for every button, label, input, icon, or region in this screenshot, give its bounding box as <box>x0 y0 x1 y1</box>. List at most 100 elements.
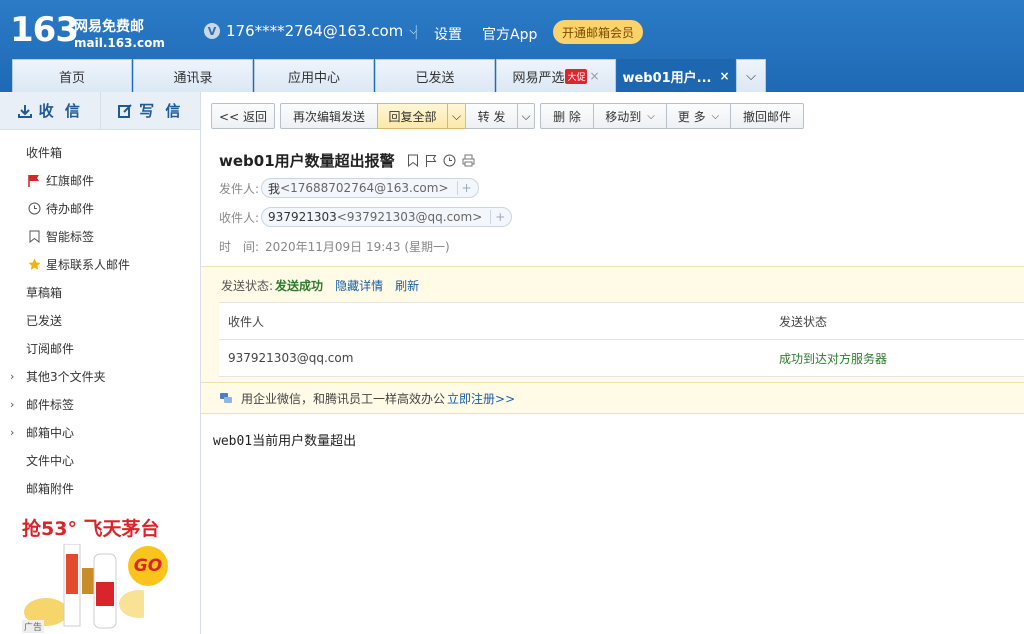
folder-file-center[interactable]: 文件中心 <box>0 446 200 474</box>
manage-group: 删 除 移动到 ⌵ 更 多 ⌵ 撤回邮件 <box>540 103 804 129</box>
hide-details-link[interactable]: 隐藏详情 <box>335 277 383 294</box>
promo-badge: 大促 <box>565 68 588 84</box>
tab-overflow-button[interactable]: ⌵ <box>736 59 766 92</box>
logo-number[interactable]: 163 <box>10 10 79 50</box>
folder-flagged[interactable]: 红旗邮件 <box>0 166 200 194</box>
table-header: 收件人 发送状态 <box>219 303 1024 340</box>
forward-dropdown[interactable]: ⌵ <box>517 103 535 129</box>
delivery-status-panel: 发送状态: 发送成功 隐藏详情 刷新 收件人 发送状态 937921303@qq… <box>201 266 1024 382</box>
folder-label: 其他3个文件夹 <box>26 369 106 384</box>
folder-other[interactable]: › 其他3个文件夹 <box>0 362 200 390</box>
folder-starred-contacts[interactable]: 星标联系人邮件 <box>0 250 200 278</box>
chevron-down-icon: ⌵ <box>746 68 756 84</box>
account-menu[interactable]: V 176****2764@163.com ⌵ <box>204 22 418 40</box>
folder-label: 草稿箱 <box>26 285 63 300</box>
sender-address: <17688702764@163.com> <box>280 181 449 195</box>
recipient-chip[interactable]: 937921303 <937921303@qq.com> + <box>261 207 513 227</box>
top-header: 163 网易免费邮 mail.163.com V 176****2764@163… <box>0 0 1024 92</box>
recipient-label: 收件人: <box>219 210 260 225</box>
tab-bar: 首页 通讯录 应用中心 已发送 网易严选 大促 × web01用户... × ⌵ <box>12 59 767 92</box>
folder-sent[interactable]: 已发送 <box>0 306 200 334</box>
folder-label: 收件箱 <box>26 145 63 160</box>
sender-row: 发件人: 我 <17688702764@163.com> + <box>219 178 479 198</box>
sidebar: 收 信 写 信 收件箱 红旗邮件 待办邮件 智能标签 星标联系人邮件 草稿箱 已… <box>0 92 201 634</box>
mail-toolbar: << 返回 再次编辑发送 回复全部 ⌵ 转 发 ⌵ 删 除 移动到 ⌵ 更 多 ⌵ … <box>211 103 809 129</box>
add-contact-icon[interactable]: + <box>456 181 472 195</box>
close-icon[interactable]: × <box>589 69 599 83</box>
compose-row: 收 信 写 信 <box>0 92 200 130</box>
delete-button[interactable]: 删 除 <box>540 103 593 129</box>
folder-label: 邮箱中心 <box>26 425 75 440</box>
tab-sent[interactable]: 已发送 <box>375 59 495 92</box>
more-button[interactable]: 更 多 ⌵ <box>666 103 730 129</box>
move-to-button[interactable]: 移动到 ⌵ <box>593 103 666 129</box>
official-app-link[interactable]: 官方App <box>482 24 537 44</box>
column-header-status: 发送状态 <box>779 314 828 329</box>
tab-contacts[interactable]: 通讯录 <box>133 59 253 92</box>
tab-label: 已发送 <box>415 70 455 86</box>
reply-all-dropdown[interactable]: ⌵ <box>447 103 465 129</box>
logo-domain[interactable]: mail.163.com <box>74 36 165 50</box>
tab-label: web01用户... <box>622 70 712 86</box>
folder-attachments[interactable]: 邮箱附件 <box>0 474 200 502</box>
reply-all-button[interactable]: 回复全部 <box>377 103 447 129</box>
folder-label: 邮件标签 <box>26 397 75 412</box>
logo-title[interactable]: 网易免费邮 <box>74 16 144 36</box>
clock-icon[interactable] <box>443 154 456 167</box>
chevron-right-icon[interactable]: › <box>10 398 14 411</box>
chevron-down-icon: ⌵ <box>647 110 655 122</box>
tab-label: 应用中心 <box>287 70 340 86</box>
register-link[interactable]: 立即注册>> <box>447 390 515 407</box>
bookmark-icon[interactable] <box>407 154 419 167</box>
folder-todo[interactable]: 待办邮件 <box>0 194 200 222</box>
open-vip-button[interactable]: 开通邮箱会员 <box>553 20 643 44</box>
folder-mailbox-center[interactable]: › 邮箱中心 <box>0 418 200 446</box>
compose-label: 写 信 <box>139 102 184 120</box>
compose-button[interactable]: 写 信 <box>101 92 201 129</box>
folder-smart-tags[interactable]: 智能标签 <box>0 222 200 250</box>
recipient-row: 收件人: 937921303 <937921303@qq.com> + <box>219 207 513 227</box>
tab-home[interactable]: 首页 <box>12 59 132 92</box>
folder-label: 星标联系人邮件 <box>46 257 131 272</box>
status-line: 发送状态: 发送成功 隐藏详情 刷新 <box>221 277 419 294</box>
print-icon[interactable] <box>462 154 475 167</box>
reply-group: 再次编辑发送 回复全部 ⌵ 转 发 ⌵ <box>280 103 535 129</box>
forward-button[interactable]: 转 发 <box>465 103 517 129</box>
flag-icon <box>26 172 42 188</box>
bookmark-icon <box>26 228 42 244</box>
time-row: 时 间: 2020年11月09日 19:43 (星期一) <box>219 238 450 255</box>
chevron-right-icon[interactable]: › <box>10 426 14 439</box>
tab-label: 网易严选 <box>512 70 565 86</box>
mail-subject-row: web01用户数量超出报警 <box>219 150 475 171</box>
receive-button[interactable]: 收 信 <box>0 92 101 129</box>
folder-inbox[interactable]: 收件箱 <box>0 138 200 166</box>
account-name: 176****2764@163.com <box>226 22 404 40</box>
table-row: 937921303@qq.com 成功到达对方服务器 <box>219 340 1024 377</box>
flag-icon[interactable] <box>425 154 437 167</box>
folder-mail-tags[interactable]: › 邮件标签 <box>0 390 200 418</box>
chevron-right-icon[interactable]: › <box>10 370 14 383</box>
folder-drafts[interactable]: 草稿箱 <box>0 278 200 306</box>
refresh-link[interactable]: 刷新 <box>395 277 419 294</box>
promo-text: 用企业微信，和腾讯员工一样高效办公 <box>241 391 446 406</box>
folder-subscriptions[interactable]: 订阅邮件 <box>0 334 200 362</box>
settings-link[interactable]: 设置 <box>434 24 462 44</box>
re-edit-button[interactable]: 再次编辑发送 <box>280 103 377 129</box>
tab-current-mail[interactable]: web01用户... × <box>617 59 735 92</box>
sender-name: 我 <box>268 181 281 196</box>
sender-chip[interactable]: 我 <17688702764@163.com> + <box>261 178 479 198</box>
status-result: 发送成功 <box>275 279 324 293</box>
chevron-down-icon: ⌵ <box>711 110 720 122</box>
receive-label: 收 信 <box>38 102 83 120</box>
close-icon[interactable]: × <box>719 69 729 83</box>
folder-label: 邮箱附件 <box>26 481 75 496</box>
add-contact-icon[interactable]: + <box>490 210 505 224</box>
tab-app-center[interactable]: 应用中心 <box>254 59 374 92</box>
ad-banner[interactable]: 抢53° 飞天茅台 GO 广告 <box>22 514 182 634</box>
column-header-recipient: 收件人 <box>228 314 265 329</box>
back-button[interactable]: << 返回 <box>211 103 275 129</box>
tab-yanxuan[interactable]: 网易严选 大促 × <box>496 59 616 92</box>
chevron-down-icon: ⌵ <box>521 108 531 123</box>
header-separator: | <box>414 24 419 40</box>
recall-button[interactable]: 撤回邮件 <box>730 103 804 129</box>
